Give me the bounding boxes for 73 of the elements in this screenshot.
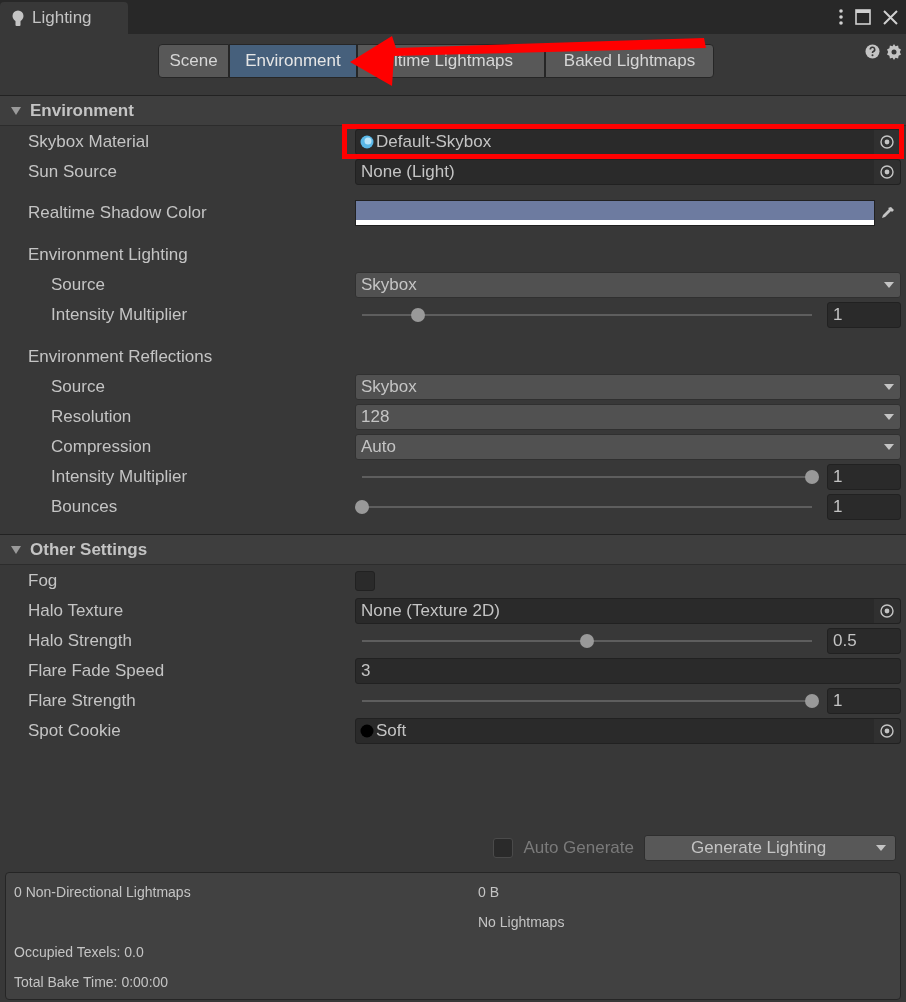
object-field[interactable]: Soft — [355, 718, 901, 744]
caret-icon — [883, 281, 895, 289]
caret-icon — [883, 383, 895, 391]
field-label: Source — [51, 275, 105, 295]
field-label: Halo Texture — [28, 601, 124, 621]
field-label: Spot Cookie — [28, 721, 121, 741]
dropdown[interactable]: 128 — [355, 404, 901, 430]
slider-thumb[interactable] — [805, 694, 819, 708]
dot-icon — [360, 724, 374, 738]
auto-generate-label: Auto Generate — [523, 837, 634, 860]
field-label: Realtime Shadow Color — [28, 203, 207, 223]
target-icon[interactable] — [874, 160, 900, 184]
field-label: Compression — [51, 437, 152, 457]
slider-thumb[interactable] — [805, 470, 819, 484]
close-icon[interactable] — [883, 9, 898, 25]
section-header[interactable]: Environment — [0, 96, 906, 126]
window-tab[interactable]: Lighting — [0, 2, 128, 34]
sphere-icon — [360, 135, 374, 149]
help-icon[interactable] — [865, 44, 880, 59]
number-field[interactable]: 3 — [355, 658, 901, 684]
target-icon[interactable] — [874, 719, 900, 743]
object-field[interactable]: None (Texture 2D) — [355, 598, 901, 624]
generate-lighting-button[interactable]: Generate Lighting — [644, 835, 896, 861]
stats-text: Occupied Texels: 0.0 — [14, 943, 144, 960]
dropdown[interactable]: Skybox — [355, 374, 901, 400]
caret-icon — [883, 413, 895, 421]
field-label: Halo Strength — [28, 631, 132, 651]
caret-icon — [883, 443, 895, 451]
toolbar-tab[interactable]: Environment — [229, 44, 357, 78]
field-label: Sun Source — [28, 162, 117, 182]
target-icon[interactable] — [874, 599, 900, 623]
field-label: Flare Fade Speed — [28, 661, 165, 681]
dropdown[interactable]: Skybox — [355, 272, 901, 298]
dropdown[interactable]: Auto — [355, 434, 901, 460]
group-label: Environment Reflections — [28, 346, 213, 369]
field-label: Intensity Multiplier — [51, 467, 188, 487]
group-label: Environment Lighting — [28, 244, 188, 267]
lightbulb-icon — [12, 9, 24, 27]
field-value: None (Texture 2D) — [360, 600, 501, 623]
slider-thumb[interactable] — [411, 308, 426, 322]
object-field[interactable]: Default-Skybox — [355, 129, 901, 155]
maximize-icon[interactable] — [855, 9, 871, 25]
number-field[interactable]: 0.5 — [827, 628, 901, 654]
field-label: Source — [51, 377, 105, 397]
object-field[interactable]: None (Light) — [355, 159, 901, 185]
number-field[interactable]: 1 — [827, 688, 901, 714]
settings-icon[interactable] — [886, 44, 902, 60]
stats-text: No Lightmaps — [478, 913, 565, 930]
more-icon[interactable] — [839, 9, 843, 25]
target-icon[interactable] — [874, 130, 900, 154]
field-value: Default-Skybox — [375, 131, 493, 154]
slider-thumb[interactable] — [355, 500, 369, 514]
slider-thumb[interactable] — [580, 634, 594, 648]
section-header[interactable]: Other Settings — [0, 535, 906, 565]
stats-text: Total Bake Time: 0:00:00 — [14, 973, 169, 990]
stats-text: 0 B — [478, 883, 499, 900]
stats-text: 0 Non-Directional Lightmaps — [14, 883, 191, 900]
foldout-icon — [10, 105, 22, 116]
number-field[interactable]: 1 — [827, 494, 901, 520]
color-field[interactable] — [355, 200, 875, 226]
foldout-icon — [10, 544, 22, 555]
field-label: Skybox Material — [28, 132, 149, 152]
field-value: Soft — [375, 720, 408, 743]
field-label: Resolution — [51, 407, 132, 427]
field-label: Flare Strength — [28, 691, 136, 711]
field-label: Fog — [28, 571, 58, 591]
field-value: None (Light) — [360, 161, 456, 184]
caret-icon — [875, 844, 887, 852]
field-label: Intensity Multiplier — [51, 305, 188, 325]
toolbar-tab[interactable]: Scene — [158, 44, 229, 78]
number-field[interactable]: 1 — [827, 302, 901, 328]
field-label: Bounces — [51, 497, 118, 517]
number-field[interactable]: 1 — [827, 464, 901, 490]
